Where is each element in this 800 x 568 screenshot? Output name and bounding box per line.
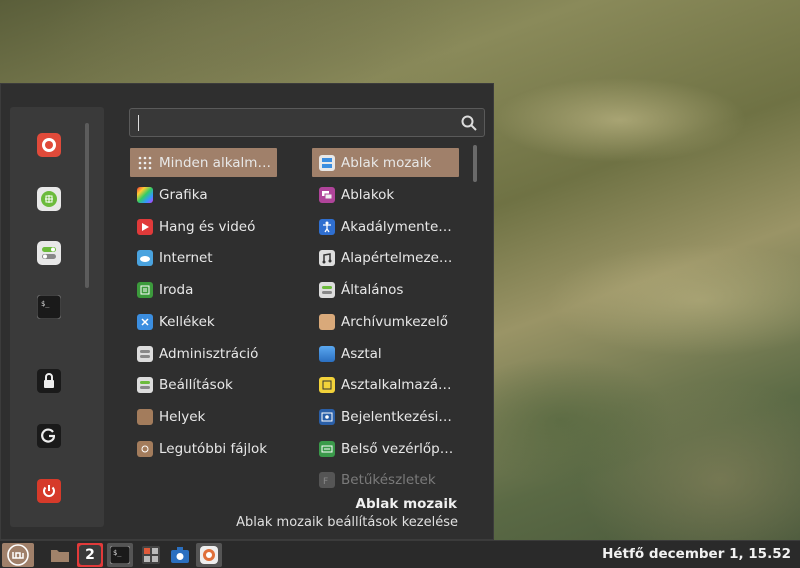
category-label: Minden alkalm… [159, 154, 271, 171]
svg-text:F: F [323, 477, 328, 485]
selected-app-title: Ablak mozaik [355, 496, 457, 512]
terminal-icon[interactable]: $_ [37, 295, 61, 319]
control-panel-icon [319, 440, 335, 457]
folder-icon [51, 550, 69, 562]
app-label: Általános [341, 281, 404, 298]
category-accessories[interactable]: Kellékek [130, 307, 215, 336]
software-manager-icon[interactable] [37, 187, 61, 211]
mint-logo-icon [7, 544, 29, 566]
terminal-launcher[interactable]: $_ [107, 543, 133, 567]
app-default-applications[interactable]: Alapértelmeze… [312, 243, 452, 272]
graphics-icon [137, 186, 153, 203]
apps-scrollbar[interactable] [473, 145, 477, 182]
power-icon[interactable] [37, 479, 61, 503]
system-monitor-launcher[interactable] [196, 543, 222, 567]
screenshot-launcher[interactable] [167, 543, 193, 567]
category-label: Grafika [159, 186, 208, 203]
category-all-applications[interactable]: Minden alkalm… [130, 148, 277, 177]
app-label: Asztal [341, 345, 382, 362]
app-label: Betűkészletek [341, 471, 436, 488]
firefox-icon[interactable] [37, 133, 61, 157]
workspace-indicator[interactable]: 2 [77, 543, 103, 567]
preferences-icon [137, 376, 153, 393]
admin-icon [137, 345, 153, 362]
app-label: Akadálymente… [341, 218, 452, 235]
terminal-icon: $_ [110, 546, 130, 564]
calculator-launcher[interactable] [138, 543, 164, 567]
grid-icon [137, 155, 153, 171]
category-recent-files[interactable]: Legutóbbi fájlok [130, 434, 267, 463]
accessibility-icon [319, 218, 335, 235]
bottom-panel: 2 $_ Hétfő december 1, 15.52 [0, 540, 800, 568]
category-administration[interactable]: Adminisztráció [130, 339, 258, 368]
app-archive-manager[interactable]: Archívumkezelő [312, 307, 448, 336]
workspace-badge: 2 [79, 545, 101, 565]
category-label: Hang és videó [159, 218, 256, 235]
lock-icon[interactable] [37, 369, 61, 393]
app-desktop[interactable]: Asztal [312, 339, 382, 368]
login-icon [319, 408, 335, 425]
category-preferences[interactable]: Beállítások [130, 370, 233, 399]
application-menu: $_ Minden alkalm… Grafika Hang és videó … [0, 83, 494, 540]
search-input[interactable] [136, 112, 460, 134]
app-label: Belső vezérlőp… [341, 440, 454, 457]
sidebar-scrollbar[interactable] [85, 123, 89, 288]
app-label: Alapértelmeze… [341, 249, 453, 266]
files-launcher[interactable] [47, 543, 73, 567]
app-control-panel[interactable]: Belső vezérlőp… [312, 434, 453, 463]
app-desklets[interactable]: Asztalkalmazá… [312, 370, 452, 399]
svg-text:$_: $_ [113, 549, 122, 557]
office-icon [137, 281, 153, 298]
favorites-sidebar: $_ [10, 107, 104, 527]
category-internet[interactable]: Internet [130, 243, 213, 272]
app-label: Ablak mozaik [341, 154, 432, 171]
general-icon [319, 281, 335, 298]
desktop-icon [319, 345, 335, 362]
app-label: Ablakok [341, 186, 395, 203]
app-general[interactable]: Általános [312, 275, 403, 304]
category-office[interactable]: Iroda [130, 275, 193, 304]
app-label: Asztalkalmazá… [341, 376, 452, 393]
svg-text:$_: $_ [41, 300, 50, 308]
camera-icon [171, 547, 189, 563]
recent-folder-icon [137, 440, 153, 457]
cloud-icon [137, 249, 153, 266]
calculator-icon [142, 546, 160, 564]
settings-toggle-icon[interactable] [37, 241, 61, 265]
multimedia-icon [137, 218, 153, 235]
category-label: Beállítások [159, 376, 233, 393]
folder-icon [137, 408, 153, 425]
app-icon [200, 546, 218, 564]
category-label: Adminisztráció [159, 345, 259, 362]
category-sound-video[interactable]: Hang és videó [130, 212, 255, 241]
app-fonts[interactable]: F Betűkészletek [312, 465, 436, 494]
logout-icon[interactable] [37, 424, 61, 448]
category-label: Internet [159, 249, 213, 266]
default-apps-icon [319, 249, 335, 266]
category-places[interactable]: Helyek [130, 402, 205, 431]
archive-icon [319, 313, 335, 330]
category-label: Kellékek [159, 313, 215, 330]
window-tile-icon [319, 154, 335, 171]
app-accessibility[interactable]: Akadálymente… [312, 212, 452, 241]
windows-icon [319, 186, 335, 203]
category-label: Legutóbbi fájlok [159, 440, 268, 457]
clock[interactable]: Hétfő december 1, 15.52 [602, 546, 791, 562]
search-box[interactable] [129, 108, 485, 137]
app-window-tiling[interactable]: Ablak mozaik [312, 148, 459, 177]
app-label: Bejelentkezési… [341, 408, 452, 425]
category-label: Helyek [159, 408, 206, 425]
app-login-window[interactable]: Bejelentkezési… [312, 402, 452, 431]
selected-app-description: Ablak mozaik beállítások kezelése [236, 515, 458, 530]
search-icon[interactable] [460, 114, 478, 132]
accessories-icon [137, 313, 153, 330]
app-label: Archívumkezelő [341, 313, 448, 330]
desklets-icon [319, 376, 335, 393]
fonts-icon: F [319, 471, 335, 488]
category-graphics[interactable]: Grafika [130, 180, 208, 209]
menu-button[interactable] [2, 543, 34, 567]
app-windows[interactable]: Ablakok [312, 180, 394, 209]
category-label: Iroda [159, 281, 194, 298]
